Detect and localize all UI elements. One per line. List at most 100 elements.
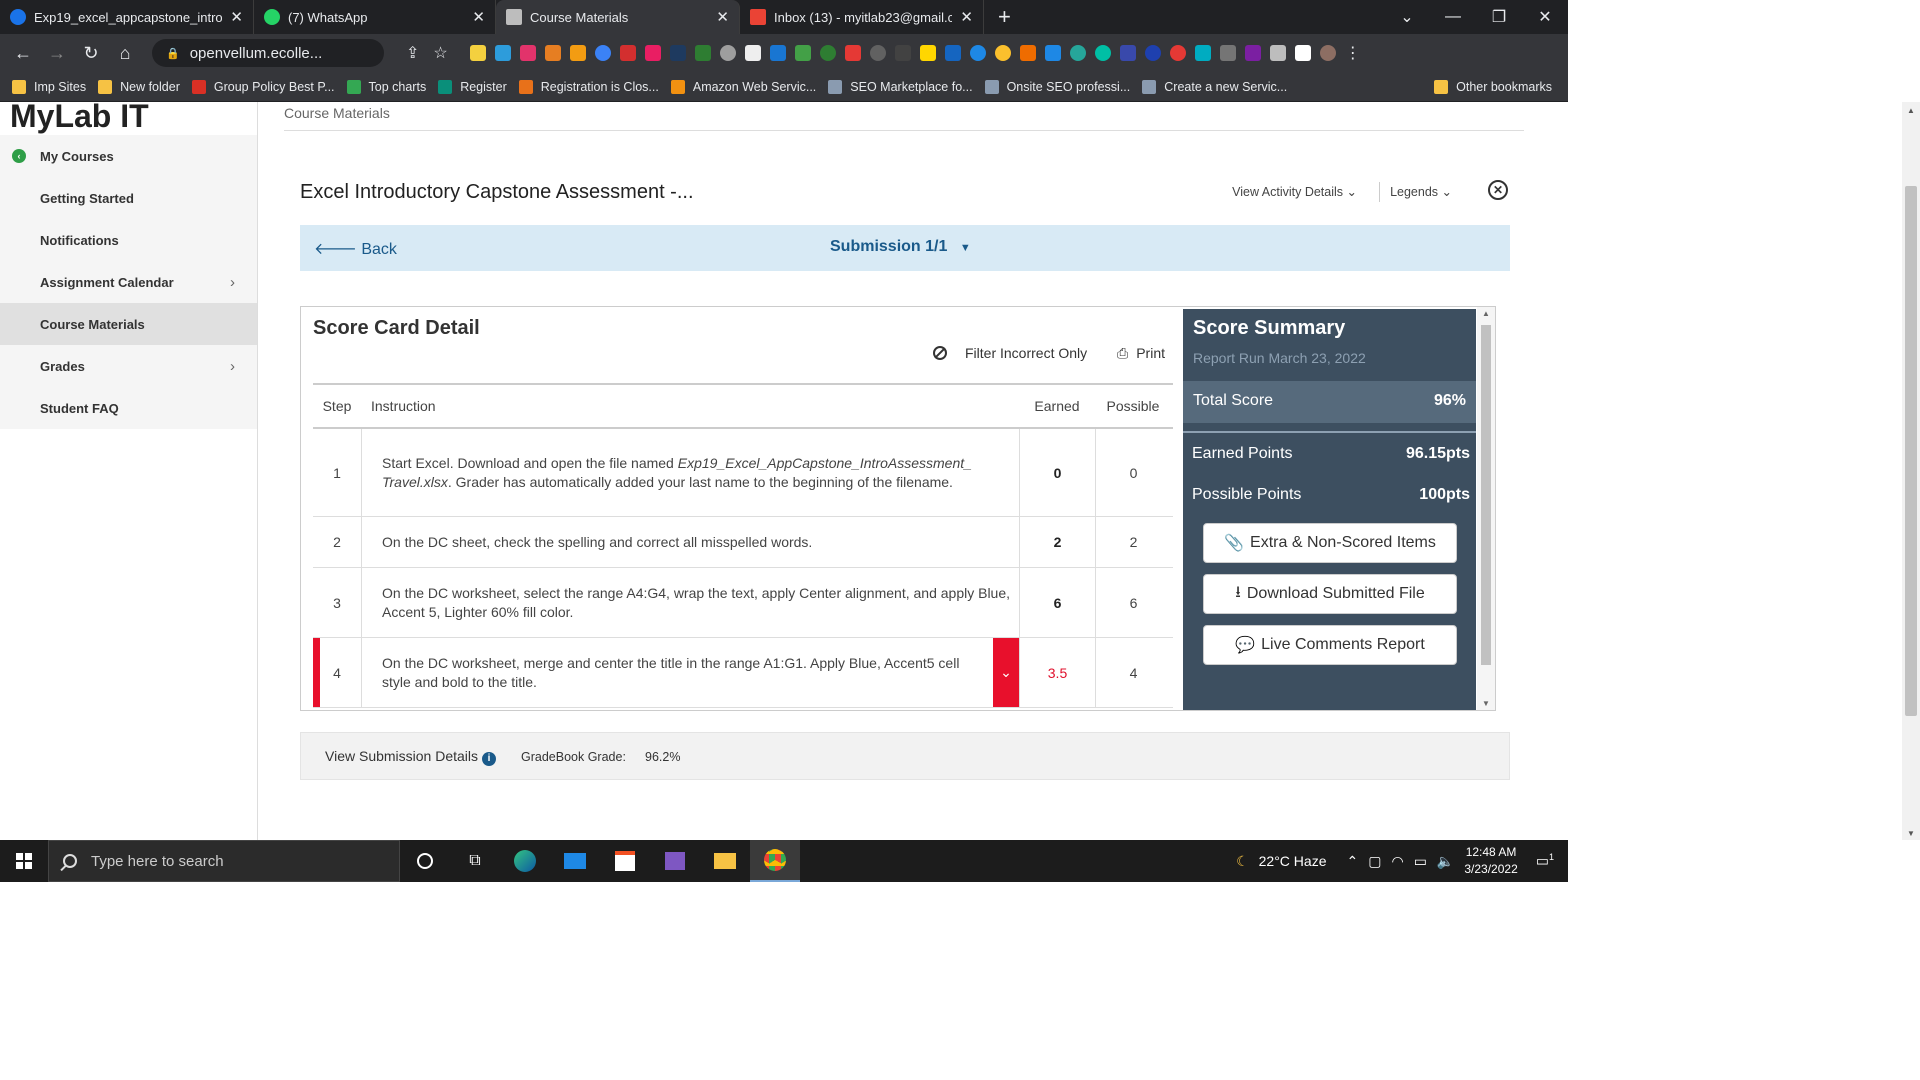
sidebar-item-getting-started[interactable]: Getting Started	[0, 177, 257, 219]
extension-icon[interactable]	[469, 45, 486, 61]
view-submission-details-link[interactable]: View Submission Details i	[325, 748, 497, 766]
volume-icon[interactable]: 🔈	[1437, 853, 1454, 870]
device-icon[interactable]: ▢	[1368, 853, 1381, 870]
table-row-incorrect[interactable]: 4 On the DC worksheet, merge and center …	[313, 638, 1173, 708]
chrome-icon[interactable]	[750, 840, 800, 882]
bookmark-item[interactable]: Create a new Servic...	[1142, 79, 1287, 94]
tab-close-icon[interactable]: ✕	[716, 8, 729, 26]
extension-icon[interactable]	[769, 45, 786, 61]
browser-tab[interactable]: (7) WhatsApp ✕	[254, 0, 496, 34]
tab-close-icon[interactable]: ✕	[472, 8, 485, 26]
filter-incorrect-toggle[interactable]: Filter Incorrect Only	[933, 345, 1087, 361]
media-app-icon[interactable]	[650, 840, 700, 882]
extension-icon[interactable]	[1019, 45, 1036, 61]
sidebar-item-course-materials[interactable]: Course Materials	[0, 303, 257, 345]
legends-dropdown[interactable]: Legends ⌄	[1390, 184, 1452, 199]
extension-icon[interactable]	[794, 45, 811, 61]
extension-icon[interactable]	[869, 45, 886, 61]
extra-non-scored-button[interactable]: 📎 Extra & Non-Scored Items	[1203, 523, 1457, 563]
bookmark-item[interactable]: Imp Sites	[12, 79, 86, 94]
other-bookmarks[interactable]: Other bookmarks	[1434, 79, 1552, 94]
edge-icon[interactable]	[500, 840, 550, 882]
bookmark-item[interactable]: SEO Marketplace fo...	[828, 79, 973, 94]
close-window-icon[interactable]: ✕	[1522, 7, 1568, 27]
browser-tab[interactable]: Exp19_excel_appcapstone_introa ✕	[0, 0, 254, 34]
extension-icon[interactable]	[1169, 45, 1186, 61]
bookmark-item[interactable]: Registration is Clos...	[518, 79, 659, 94]
extension-icon[interactable]	[694, 45, 711, 61]
extension-icon[interactable]	[944, 45, 961, 61]
sidebar-item-notifications[interactable]: Notifications	[0, 219, 257, 261]
sidepanel-icon[interactable]	[1294, 45, 1311, 61]
bookmark-item[interactable]: Group Policy Best P...	[191, 79, 335, 94]
extension-icon[interactable]	[594, 45, 611, 61]
submission-selector[interactable]: Submission 1/1 ▼	[830, 238, 971, 256]
extension-icon[interactable]	[494, 45, 511, 61]
bookmark-item[interactable]: New folder	[98, 79, 180, 94]
extension-icon[interactable]	[1144, 45, 1161, 61]
mail-icon[interactable]	[550, 840, 600, 882]
extension-icon[interactable]	[894, 45, 911, 61]
reload-icon[interactable]: ↻	[74, 43, 108, 64]
taskbar-search[interactable]: Type here to search	[48, 840, 400, 882]
tab-close-icon[interactable]: ✕	[230, 8, 243, 26]
extension-icon[interactable]	[1219, 45, 1236, 61]
battery-icon[interactable]: ▭	[1414, 853, 1427, 870]
extension-icon[interactable]	[1069, 45, 1086, 61]
forward-arrow-icon[interactable]: →	[40, 43, 74, 64]
maximize-icon[interactable]: ❐	[1476, 7, 1522, 27]
minimize-icon[interactable]: —	[1430, 8, 1476, 26]
scroll-thumb[interactable]	[1905, 186, 1917, 716]
bookmark-star-icon[interactable]: ☆	[433, 43, 447, 63]
sidebar-item-grades[interactable]: Grades ›	[0, 345, 257, 387]
close-icon[interactable]: ✕	[1488, 180, 1508, 200]
scroll-up-icon[interactable]: ▲	[1907, 106, 1915, 115]
extension-icon[interactable]	[669, 45, 686, 61]
bookmark-item[interactable]: Register	[438, 79, 507, 94]
extension-icon[interactable]	[544, 45, 561, 61]
puzzle-icon[interactable]	[1269, 45, 1286, 61]
sidebar-item-assignment-calendar[interactable]: Assignment Calendar ›	[0, 261, 257, 303]
menu-dots-icon[interactable]: ⋮	[1345, 43, 1361, 63]
file-explorer-icon[interactable]	[700, 840, 750, 882]
bookmark-item[interactable]: Top charts	[346, 79, 426, 94]
extension-icon[interactable]	[969, 45, 986, 61]
breadcrumb[interactable]: Course Materials	[284, 105, 390, 121]
weather-icon[interactable]: ☾	[1236, 853, 1249, 870]
scroll-up-icon[interactable]: ▲	[1482, 309, 1490, 318]
browser-tab[interactable]: Inbox (13) - myitlab23@gmail.co ✕	[740, 0, 984, 34]
extension-icon[interactable]	[619, 45, 636, 61]
live-comments-report-button[interactable]: 💬 Live Comments Report	[1203, 625, 1457, 665]
tab-close-icon[interactable]: ✕	[960, 8, 973, 26]
info-icon[interactable]: i	[482, 752, 497, 766]
browser-tab-active[interactable]: Course Materials ✕	[496, 0, 740, 34]
weather-text[interactable]: 22°C Haze	[1259, 853, 1327, 869]
extension-icon[interactable]	[744, 45, 761, 61]
extension-icon[interactable]	[569, 45, 586, 61]
extension-icon[interactable]	[844, 45, 861, 61]
extension-icon[interactable]	[1119, 45, 1136, 61]
share-icon[interactable]: ⇪	[406, 43, 419, 63]
bookmark-item[interactable]: Onsite SEO professi...	[984, 79, 1130, 94]
download-submitted-file-button[interactable]: ⭳ Download Submitted File	[1203, 574, 1457, 614]
home-icon[interactable]: ⌂	[108, 43, 142, 64]
extension-icon[interactable]	[1194, 45, 1211, 61]
page-scrollbar[interactable]: ▲ ▼	[1902, 102, 1920, 840]
print-button[interactable]: ⎙ Print	[1117, 345, 1165, 362]
new-tab-button[interactable]: +	[998, 0, 1011, 34]
scroll-down-icon[interactable]: ▼	[1907, 829, 1915, 838]
store-icon[interactable]	[600, 840, 650, 882]
extension-icon[interactable]	[519, 45, 536, 61]
view-activity-details-dropdown[interactable]: View Activity Details ⌄	[1232, 184, 1357, 199]
extension-icon[interactable]	[919, 45, 936, 61]
avatar[interactable]	[1319, 45, 1336, 61]
extension-icon[interactable]	[1244, 45, 1261, 61]
sidebar-item-my-courses[interactable]: ‹ My Courses	[0, 135, 257, 177]
tab-search-icon[interactable]: ⌄	[1384, 7, 1430, 27]
sidebar-item-student-faq[interactable]: Student FAQ	[0, 387, 257, 429]
start-button[interactable]	[0, 840, 48, 882]
scroll-down-icon[interactable]: ▼	[1482, 699, 1490, 708]
panel-scrollbar[interactable]: ▲ ▼	[1477, 307, 1495, 710]
wifi-icon[interactable]: ◠	[1391, 853, 1403, 870]
back-link[interactable]: 🡐 Back	[314, 238, 397, 259]
